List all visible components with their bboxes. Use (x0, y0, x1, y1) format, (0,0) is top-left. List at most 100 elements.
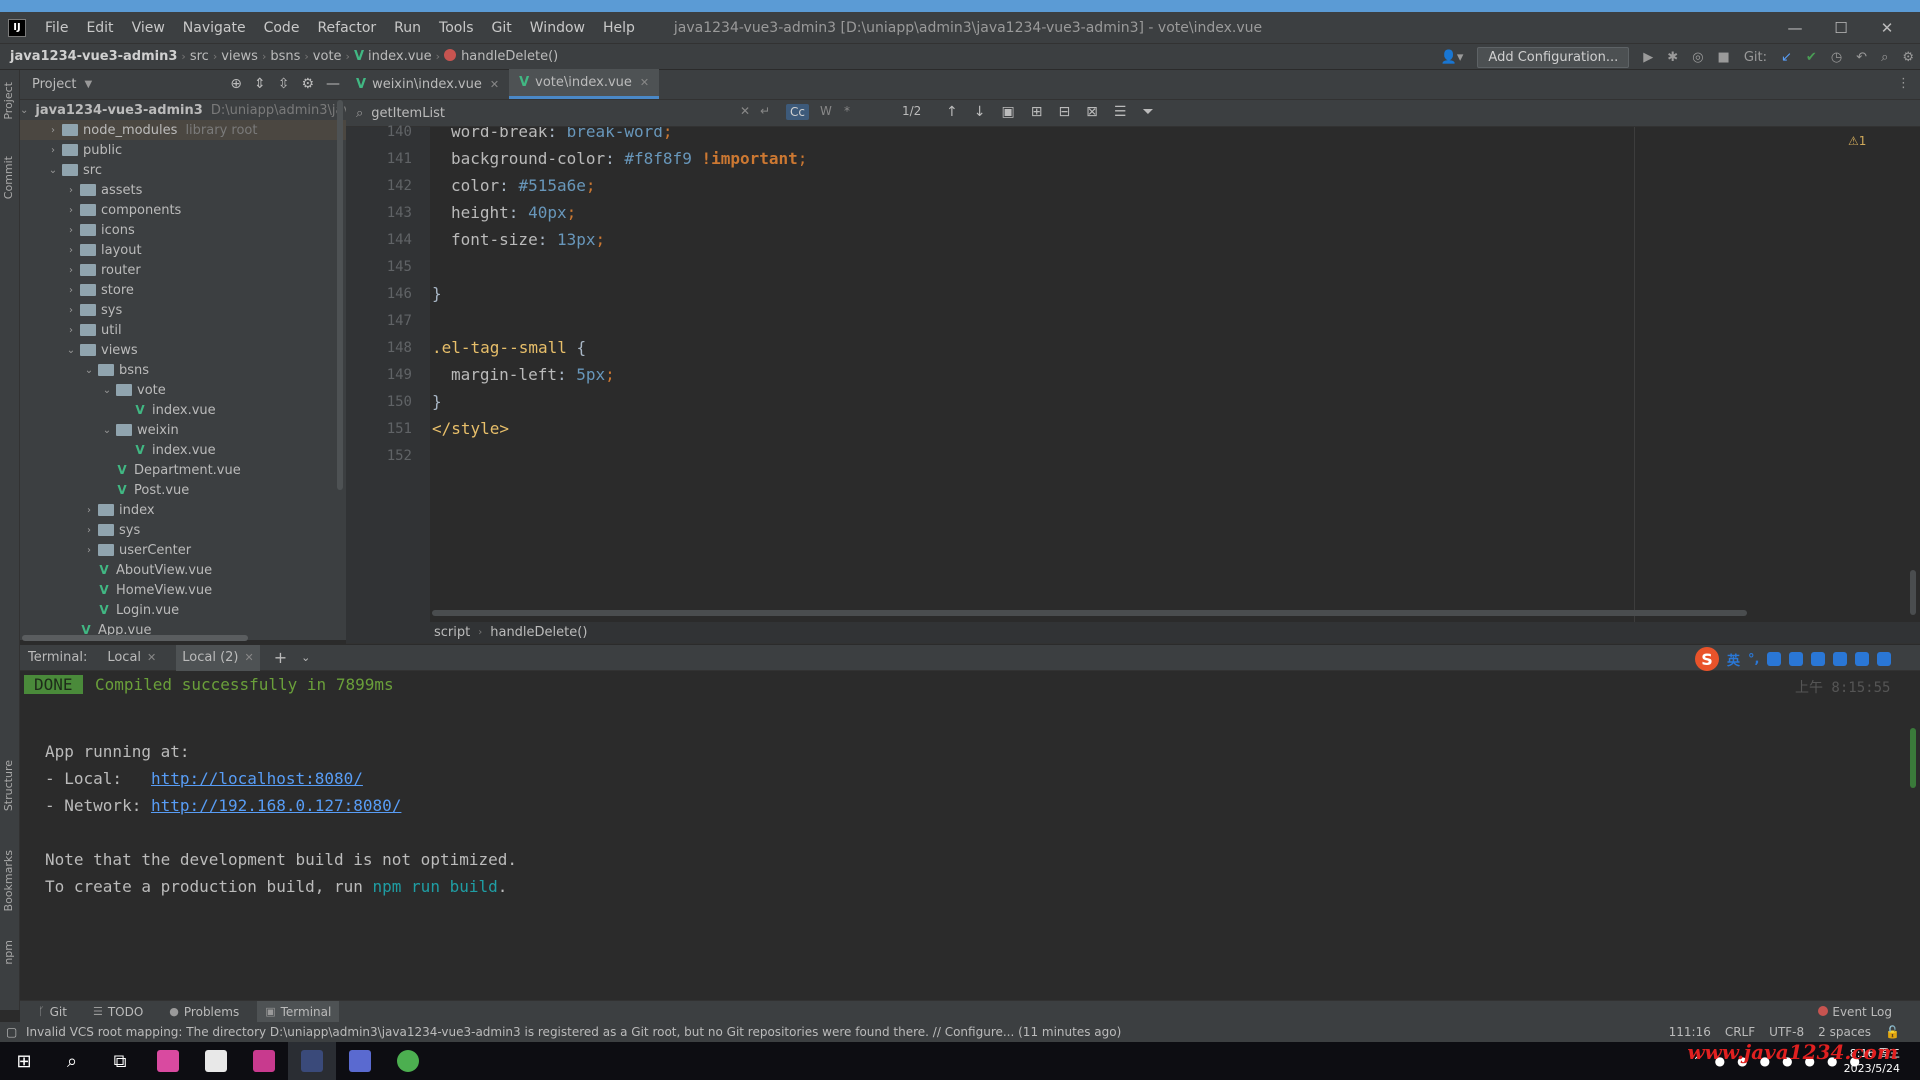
chevron-down-icon[interactable]: ▼ (84, 79, 92, 90)
npm-tool-button[interactable]: npm (2, 940, 15, 965)
chevron-right-icon[interactable]: › (64, 325, 78, 336)
chevron-right-icon[interactable]: › (82, 505, 96, 516)
tree-folder[interactable]: › assets (20, 180, 346, 200)
new-line-icon[interactable]: ↵ (760, 104, 770, 118)
chevron-right-icon[interactable]: › (64, 185, 78, 196)
debug-icon[interactable]: ✱ (1667, 50, 1678, 65)
structure-tool-button[interactable]: Structure (2, 760, 15, 811)
close-tab-icon[interactable]: ✕ (245, 651, 254, 664)
chevron-down-icon[interactable]: ⌄ (46, 165, 60, 176)
network-url-link[interactable]: http://192.168.0.127:8080/ (151, 796, 401, 815)
expand-all-icon[interactable]: ⇕ (254, 76, 266, 92)
breadcrumb-method[interactable]: handleDelete() (440, 49, 562, 64)
project-panel-title[interactable]: Project (32, 77, 76, 92)
breadcrumb-views[interactable]: views (217, 49, 262, 64)
tree-file[interactable]: Vindex.vue (20, 440, 346, 460)
app-icon-1[interactable] (144, 1042, 192, 1080)
ime-skin-icon[interactable] (1855, 652, 1870, 666)
stop-icon[interactable]: ■ (1718, 50, 1730, 65)
file-encoding[interactable]: UTF-8 (1769, 1025, 1804, 1039)
breadcrumb-src[interactable]: src (186, 49, 213, 64)
editor-tab-vote[interactable]: V vote\index.vue ✕ (509, 69, 660, 99)
status-message[interactable]: Invalid VCS root mapping: The directory … (26, 1025, 1121, 1039)
next-occurrence-icon[interactable]: ↓ (974, 104, 986, 120)
tree-folder[interactable]: › sys (20, 520, 346, 540)
menu-file[interactable]: File (36, 20, 77, 36)
chrome-icon[interactable] (384, 1042, 432, 1080)
chevron-down-icon[interactable]: ⌄ (301, 651, 310, 664)
tree-file[interactable]: Vindex.vue (20, 400, 346, 420)
tree-folder[interactable]: ⌄ vote (20, 380, 346, 400)
git-history-icon[interactable]: ◷ (1831, 50, 1842, 65)
lock-icon[interactable]: 🔓 (1885, 1025, 1900, 1039)
minimize-icon[interactable]: — (1772, 19, 1818, 37)
git-commit-icon[interactable]: ✔ (1806, 50, 1817, 65)
menu-run[interactable]: Run (385, 20, 430, 36)
chevron-down-icon[interactable]: ⌄ (20, 105, 28, 116)
tree-file[interactable]: V Post.vue (20, 480, 346, 500)
tree-folder[interactable]: ⌄ views (20, 340, 346, 360)
maximize-icon[interactable]: ☐ (1818, 19, 1864, 37)
tree-folder[interactable]: ⌄ bsns (20, 360, 346, 380)
menu-help[interactable]: Help (594, 20, 644, 36)
tree-file[interactable]: V HomeView.vue (20, 580, 346, 600)
previous-occurrence-icon[interactable]: ↑ (946, 104, 958, 120)
tree-folder[interactable]: ⌄ weixin (20, 420, 346, 440)
tree-file[interactable]: V AboutView.vue (20, 560, 346, 580)
cursor-position[interactable]: 111:16 (1669, 1025, 1711, 1039)
chevron-down-icon[interactable]: ⌄ (64, 345, 78, 356)
ime-language-toggle[interactable]: 英 (1727, 650, 1740, 669)
sogou-logo-icon[interactable]: S (1695, 647, 1719, 671)
editor-breadcrumb-script[interactable]: script (434, 625, 470, 640)
warning-indicator[interactable]: ⚠1 (1848, 134, 1866, 148)
chevron-right-icon[interactable]: › (64, 285, 78, 296)
tree-folder[interactable]: › store (20, 280, 346, 300)
terminal-tab-local[interactable]: Local ✕ (101, 645, 162, 671)
find-input[interactable]: getItemList (371, 106, 445, 121)
tree-folder[interactable]: › sys (20, 300, 346, 320)
breadcrumb-project[interactable]: java1234-vue3-admin3 (0, 49, 181, 64)
terminal-tab-local-2[interactable]: Local (2) ✕ (176, 644, 260, 671)
chevron-right-icon[interactable]: › (46, 125, 60, 136)
line-separator[interactable]: CRLF (1725, 1025, 1755, 1039)
chevron-right-icon[interactable]: › (64, 305, 78, 316)
chevron-right-icon[interactable]: › (82, 525, 96, 536)
commit-tool-button[interactable]: Commit (2, 156, 15, 199)
problems-tool-tab[interactable]: ● Problems (161, 1001, 247, 1023)
tree-folder[interactable]: ⌄ src (20, 160, 346, 180)
open-in-window-icon[interactable]: ▣ (1001, 104, 1014, 120)
git-tool-tab[interactable]: ᚴ Git (30, 1001, 75, 1023)
close-tab-icon[interactable]: ✕ (490, 78, 499, 91)
ime-keyboard-icon[interactable] (1811, 652, 1826, 666)
tree-folder[interactable]: › router (20, 260, 346, 280)
menu-navigate[interactable]: Navigate (174, 20, 255, 36)
breadcrumb-file[interactable]: Vindex.vue (350, 49, 436, 64)
editor-tab-weixin[interactable]: V weixin\index.vue ✕ (346, 69, 509, 99)
ime-emoji-icon[interactable] (1767, 652, 1782, 666)
search-icon[interactable]: ⌕ (48, 1042, 96, 1080)
tree-folder[interactable]: › index (20, 500, 346, 520)
tree-folder[interactable]: › layout (20, 240, 346, 260)
run-icon[interactable]: ▶ (1643, 50, 1653, 65)
menu-code[interactable]: Code (255, 20, 309, 36)
chevron-down-icon[interactable]: ⌄ (100, 385, 114, 396)
ime-tools-icon[interactable] (1877, 652, 1892, 666)
chevron-right-icon[interactable]: › (46, 145, 60, 156)
select-all-occurrences-icon[interactable]: ⊠ (1086, 104, 1098, 120)
typora-icon[interactable] (192, 1042, 240, 1080)
chevron-right-icon[interactable]: › (64, 245, 78, 256)
search-icon[interactable]: ⌕ (1881, 50, 1888, 65)
menu-git[interactable]: Git (483, 20, 521, 36)
menu-refactor[interactable]: Refactor (308, 20, 385, 36)
local-url-link[interactable]: http://localhost:8080/ (151, 769, 363, 788)
chevron-down-icon[interactable]: ⌄ (100, 425, 114, 436)
in-selection-icon[interactable]: ☰ (1114, 104, 1127, 120)
intellij-taskbar-icon[interactable] (240, 1042, 288, 1080)
editor-breadcrumb-method[interactable]: handleDelete() (490, 625, 587, 640)
editor-vertical-scrollbar[interactable] (1910, 570, 1916, 615)
project-vertical-scrollbar[interactable] (337, 100, 343, 490)
tree-folder[interactable]: › components (20, 200, 346, 220)
close-icon[interactable]: ✕ (1864, 19, 1910, 37)
whole-words-toggle[interactable]: W (820, 104, 832, 118)
terminal-output[interactable]: DONE Compiled successfully in 7899ms App… (20, 671, 1920, 1001)
